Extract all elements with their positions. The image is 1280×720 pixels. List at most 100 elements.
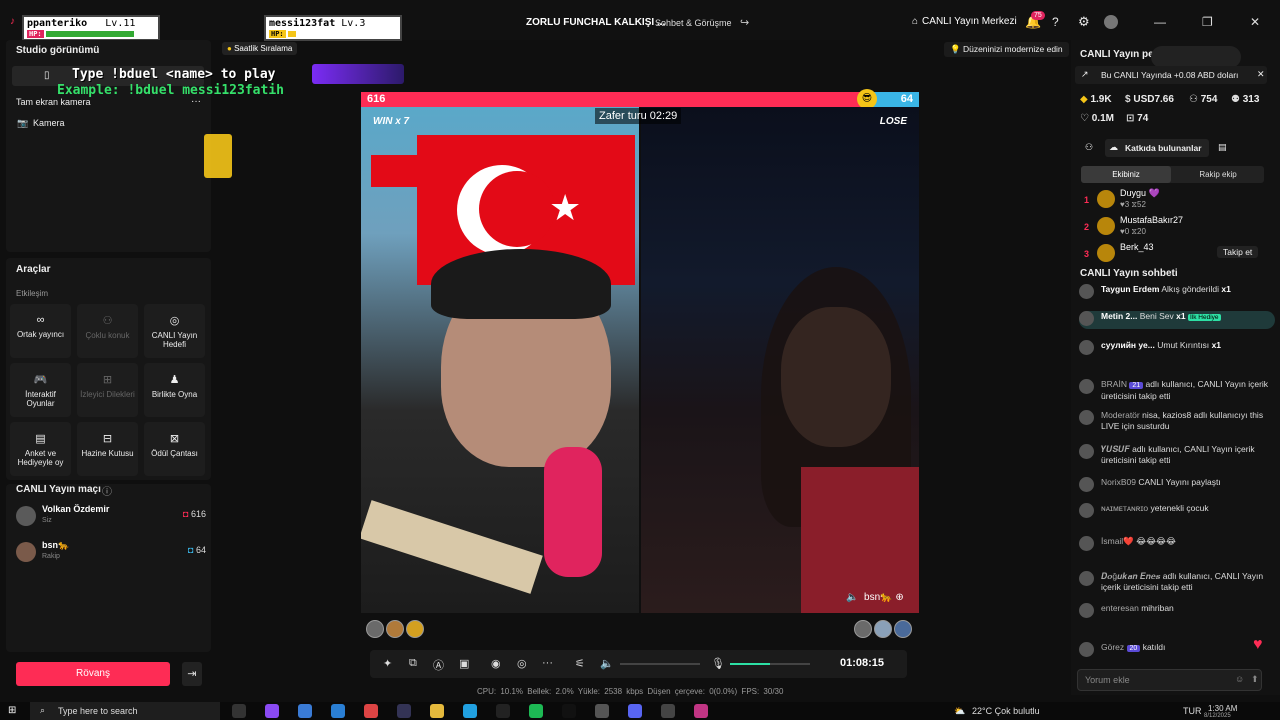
opponent-tag[interactable]: 🔈 bsn🐆 ⊕	[846, 592, 904, 603]
tab-rival-team[interactable]: Rakip ekip	[1173, 166, 1263, 183]
follow-button[interactable]: Takip et	[1217, 246, 1259, 258]
chat-user[interactable]: enteresan	[1101, 603, 1139, 613]
chat-user[interactable]: ɴᴀɪᴍᴇᴛᴀɴʀɪᴏ	[1101, 503, 1148, 513]
tool-tile[interactable]: ⊠ Ödül Çantası	[144, 422, 205, 476]
avatar[interactable]	[1079, 536, 1094, 551]
chat-user[interactable]: 𝒀𝑼𝑺𝑼𝑭	[1101, 444, 1130, 454]
instagram-icon[interactable]	[694, 704, 708, 718]
app-icon[interactable]	[661, 704, 675, 718]
ai-icon[interactable]: Ⓐ	[433, 657, 444, 673]
app-icon[interactable]	[265, 704, 279, 718]
tiktok-icon[interactable]	[562, 704, 576, 718]
weather-text[interactable]: 22°C Çok bulutlu	[972, 706, 1040, 716]
app-icon[interactable]	[595, 704, 609, 718]
fullscreen-camera-label[interactable]: Tam ekran kamera	[16, 97, 91, 107]
contributors-button[interactable]: ☁ Katkıda bulunanlar	[1105, 139, 1209, 157]
chat-user[interactable]: суулийн уе...	[1101, 340, 1155, 350]
avatar[interactable]	[366, 620, 384, 638]
avatar[interactable]	[1079, 340, 1094, 355]
avatar[interactable]	[1079, 410, 1094, 425]
emoji-icon[interactable]: ☺	[1235, 674, 1244, 684]
layout-icon[interactable]: ⧉	[409, 657, 417, 670]
sliders-icon[interactable]: ⚟	[575, 657, 585, 670]
chat-user[interactable]: İsmail❤️	[1101, 536, 1134, 546]
windows-start-icon[interactable]: ⊞	[8, 705, 16, 716]
chat-user[interactable]: Görez	[1101, 642, 1124, 652]
tool-tile[interactable]: ♟ Birlikte Oyna	[144, 363, 205, 417]
help-icon[interactable]: ?	[1052, 15, 1059, 29]
avatar[interactable]	[894, 620, 912, 638]
avatar[interactable]	[1079, 477, 1094, 492]
avatar[interactable]	[1104, 15, 1118, 29]
tool-tile[interactable]: ⊟ Hazine Kutusu	[77, 422, 138, 476]
camera-source[interactable]: Kamera	[33, 118, 65, 128]
chat-user[interactable]: Moderatör	[1101, 410, 1140, 420]
chat-user[interactable]: NorixB09	[1101, 477, 1136, 487]
magic-wand-icon[interactable]: ✦	[383, 657, 392, 670]
share-icon[interactable]: ↪	[740, 16, 749, 29]
chat-user[interactable]: Metin 2...	[1101, 311, 1137, 321]
volume-slider[interactable]	[620, 663, 700, 665]
info-icon[interactable]: ⓘ	[102, 483, 112, 498]
chat-user[interactable]: Taygun Erdem	[1101, 284, 1159, 294]
hourly-ranking-badge[interactable]: ● Saatlik Sıralama	[222, 42, 298, 55]
avatar[interactable]	[874, 620, 892, 638]
tool-tile[interactable]: ⊞ İzleyici Dilekleri	[77, 363, 138, 417]
language-indicator[interactable]: TUR	[1183, 706, 1202, 716]
avatar[interactable]	[1079, 379, 1094, 394]
avatar[interactable]	[1079, 571, 1094, 586]
modernize-tip[interactable]: 💡 Düzeninizi modernize edin	[944, 42, 1069, 57]
avatar[interactable]	[854, 620, 872, 638]
stream-category[interactable]: Sohbet & Görüşme	[655, 18, 732, 28]
promo-banner[interactable]	[1151, 46, 1241, 68]
avatar[interactable]	[1079, 503, 1094, 518]
discord-icon[interactable]	[628, 704, 642, 718]
avatar[interactable]	[1079, 284, 1094, 299]
close-icon[interactable]: ✕	[1257, 69, 1265, 80]
more-icon[interactable]: ···	[542, 657, 553, 669]
chat-user[interactable]: 𝑫𝒐ğ𝒖𝒌𝒂𝒏 𝑬𝒏𝒆𝒔	[1101, 571, 1160, 581]
tool-tile[interactable]: ⚇ Çoklu konuk	[77, 304, 138, 358]
host-video[interactable]: ★ WIN x 7	[361, 107, 639, 613]
avatar[interactable]	[1079, 311, 1094, 326]
store-icon[interactable]	[298, 704, 312, 718]
tool-tile[interactable]: 🎮 İnteraktif Oyunlar	[10, 363, 71, 417]
task-view-icon[interactable]	[232, 704, 246, 718]
exit-icon[interactable]: ⇥	[182, 662, 202, 686]
contributor-row[interactable]: 1 Duygu 💜 ♥3 ⧖52	[1081, 188, 1271, 212]
clock-time[interactable]: 1:30 AM	[1208, 704, 1237, 713]
app-icon[interactable]	[496, 704, 510, 718]
rival-video[interactable]: LOSE 🔈 bsn🐆 ⊕	[641, 107, 919, 613]
close-button[interactable]: ✕	[1250, 15, 1260, 29]
heart-icon[interactable]: ♥	[1253, 636, 1263, 654]
taskbar-search[interactable]: ⌕ Type here to search	[30, 702, 220, 720]
avatar[interactable]	[1079, 444, 1094, 459]
send-icon[interactable]: ⬆	[1251, 674, 1259, 685]
app-icon[interactable]	[397, 704, 411, 718]
edge-icon[interactable]	[463, 704, 477, 718]
avatar[interactable]	[386, 620, 404, 638]
mail-icon[interactable]	[331, 704, 345, 718]
avatar[interactable]	[1079, 603, 1094, 618]
gear-icon[interactable]: ⚙	[1078, 14, 1090, 30]
mic-icon[interactable]: 🎙	[711, 657, 725, 670]
rematch-button[interactable]: Rövanş	[16, 662, 170, 686]
tool-tile[interactable]: ◎ CANLI Yayın Hedefi	[144, 304, 205, 358]
volume-icon[interactable]: 🔈	[600, 657, 614, 670]
target-icon[interactable]: ◎	[517, 657, 527, 670]
browser-icon[interactable]	[364, 704, 378, 718]
list-icon[interactable]: ▤	[1218, 142, 1227, 153]
spotify-icon[interactable]	[529, 704, 543, 718]
maximize-button[interactable]: ❐	[1202, 15, 1213, 29]
avatar[interactable]	[406, 620, 424, 638]
record-icon[interactable]: ◉	[491, 657, 501, 670]
contributor-row[interactable]: 2 MustafaBakır27 ♥0 ⧖20	[1081, 215, 1271, 239]
comment-input[interactable]: Yorum ekle ☺ ⬆	[1077, 669, 1262, 691]
screen-icon[interactable]: ▣	[459, 657, 469, 670]
minimize-button[interactable]: —	[1154, 15, 1166, 29]
avatar[interactable]	[1079, 642, 1094, 657]
tool-tile[interactable]: ▤ Anket ve Hediyeyle oy	[10, 422, 71, 476]
folder-icon[interactable]	[430, 704, 444, 718]
live-center-link[interactable]: ⌂ CANLI Yayın Merkezi	[912, 16, 1017, 27]
tab-our-team[interactable]: Ekibiniz	[1081, 166, 1171, 183]
